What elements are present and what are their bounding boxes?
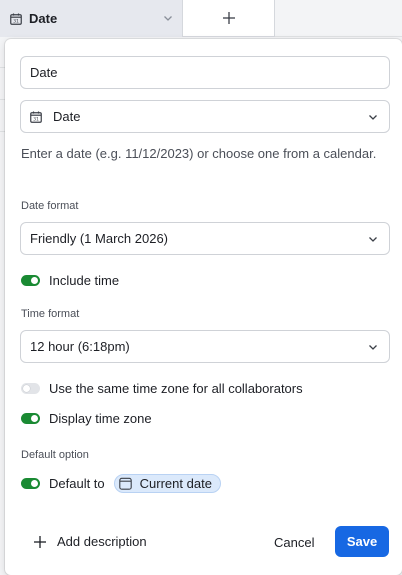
include-time-toggle[interactable] bbox=[21, 275, 40, 286]
plus-icon bbox=[222, 12, 235, 24]
date-format-select[interactable]: Friendly (1 March 2026) bbox=[20, 222, 390, 255]
default-to-label: Default to bbox=[49, 476, 105, 491]
svg-text:31: 31 bbox=[13, 18, 19, 24]
calendar-icon: 31 bbox=[30, 111, 42, 123]
default-option-toggle[interactable] bbox=[21, 478, 40, 489]
time-format-select[interactable]: 12 hour (6:18pm) bbox=[20, 330, 390, 363]
same-time-zone-toggle[interactable] bbox=[21, 383, 40, 394]
default-option-row[interactable]: Default to Current date bbox=[21, 474, 221, 493]
current-date-chip-label: Current date bbox=[139, 476, 212, 491]
chevron-down-icon bbox=[369, 115, 377, 120]
chevron-down-icon bbox=[369, 345, 377, 350]
cancel-button[interactable]: Cancel bbox=[268, 533, 320, 551]
display-time-zone-toggle[interactable] bbox=[21, 413, 40, 424]
date-column-header[interactable]: 31 Date bbox=[0, 0, 183, 37]
column-header-bar: 31 Date bbox=[0, 0, 402, 37]
field-name-input[interactable] bbox=[30, 65, 389, 80]
time-format-label: Time format bbox=[21, 308, 80, 320]
save-button[interactable]: Save bbox=[335, 526, 389, 557]
calendar-icon: 31 bbox=[10, 13, 22, 25]
display-time-zone-label: Display time zone bbox=[49, 411, 152, 426]
chevron-down-icon bbox=[369, 237, 377, 242]
field-type-help-text: Enter a date (e.g. 11/12/2023) or choose… bbox=[21, 146, 377, 161]
date-column-title: Date bbox=[29, 11, 58, 26]
svg-text:31: 31 bbox=[33, 116, 39, 122]
chevron-down-icon[interactable] bbox=[162, 12, 174, 24]
same-time-zone-row[interactable]: Use the same time zone for all collabora… bbox=[21, 381, 303, 396]
date-format-value: Friendly (1 March 2026) bbox=[30, 231, 168, 246]
calendar-icon bbox=[118, 477, 132, 490]
field-name-input-wrapper[interactable] bbox=[20, 56, 390, 89]
time-format-value: 12 hour (6:18pm) bbox=[30, 339, 130, 354]
field-type-value: Date bbox=[53, 109, 81, 124]
include-time-label: Include time bbox=[49, 273, 120, 288]
same-time-zone-label: Use the same time zone for all collabora… bbox=[49, 381, 303, 396]
field-config-dialog: 31 Date Enter a date (e.g. 11/12/2023) o… bbox=[5, 39, 402, 575]
current-date-chip[interactable]: Current date bbox=[113, 474, 221, 493]
default-option-label: Default option bbox=[21, 449, 89, 461]
add-column-button[interactable] bbox=[183, 0, 275, 37]
include-time-row[interactable]: Include time bbox=[21, 273, 119, 288]
add-description-label: Add description bbox=[57, 534, 147, 549]
field-type-select[interactable]: 31 Date bbox=[20, 100, 390, 133]
add-description-button[interactable]: Add description bbox=[33, 534, 147, 549]
display-time-zone-row[interactable]: Display time zone bbox=[21, 411, 152, 426]
date-format-label: Date format bbox=[21, 200, 79, 212]
plus-icon bbox=[34, 535, 46, 548]
